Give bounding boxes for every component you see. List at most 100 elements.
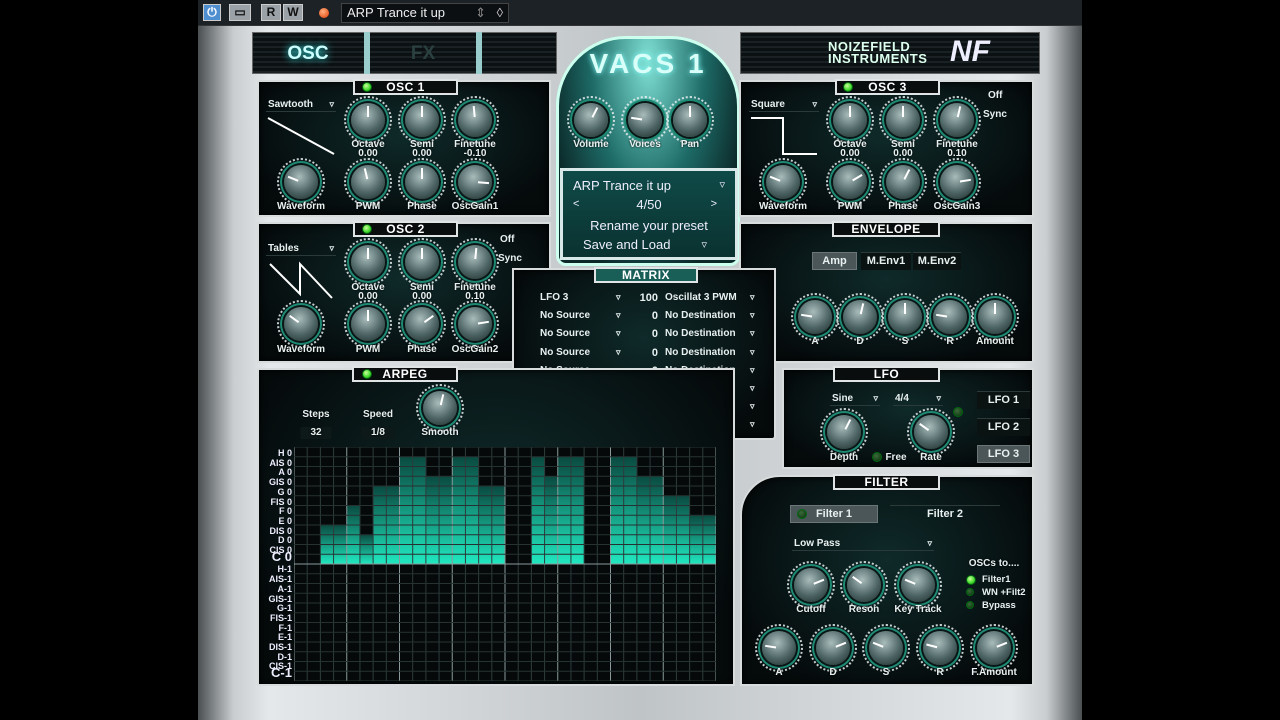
matrix-destination-dropdown[interactable]: No Destination bbox=[665, 328, 736, 339]
matrix-destination-dropdown[interactable]: No Destination bbox=[665, 347, 736, 358]
filter-reson-knob[interactable] bbox=[840, 561, 888, 609]
osc3-waveform-dropdown[interactable]: Square ▿ bbox=[749, 98, 819, 112]
power-button[interactable]: ⏻ bbox=[203, 4, 221, 21]
note-label: GIS 0 bbox=[268, 477, 292, 488]
osc2-gain-knob[interactable] bbox=[451, 300, 499, 348]
osc2-semi-knob[interactable] bbox=[398, 238, 446, 286]
env-sustain-knob[interactable] bbox=[881, 293, 929, 341]
filter-type-dropdown[interactable]: Low Pass ▿ bbox=[792, 537, 934, 551]
osc1-waveform-knob[interactable] bbox=[277, 158, 325, 206]
matrix-source-dropdown[interactable]: No Source bbox=[540, 310, 590, 321]
osc1-pwm-knob[interactable] bbox=[344, 158, 392, 206]
lfo-sync-dropdown[interactable]: 4/4 ▿ bbox=[893, 392, 943, 406]
note-label: C 0 bbox=[271, 548, 292, 564]
arpeg-steps-value[interactable]: 32 bbox=[300, 427, 332, 439]
preset-stepper-icon[interactable]: ⇕ bbox=[475, 4, 486, 22]
arpeg-enable-led[interactable] bbox=[362, 369, 372, 379]
filter-env-sustain-knob[interactable] bbox=[862, 624, 910, 672]
matrix-amount[interactable]: 0 bbox=[624, 310, 658, 322]
env-amount-knob[interactable] bbox=[971, 293, 1019, 341]
volume-knob[interactable] bbox=[567, 96, 615, 144]
osc3-gain-knob[interactable] bbox=[933, 158, 981, 206]
osc1-octave-knob[interactable] bbox=[344, 96, 392, 144]
arpeg-smooth-knob[interactable] bbox=[416, 384, 464, 432]
lfo-shape-dropdown[interactable]: Sine ▿ bbox=[830, 392, 880, 406]
preset-browser-icon[interactable]: ◊ bbox=[497, 4, 503, 22]
routing-bypass-led[interactable] bbox=[966, 601, 974, 609]
filter-env-amount-knob[interactable] bbox=[970, 624, 1018, 672]
lfo-rate-knob[interactable] bbox=[907, 408, 955, 456]
preset-name[interactable]: ARP Trance it up bbox=[573, 178, 671, 193]
env-decay-knob[interactable] bbox=[836, 293, 884, 341]
osc2-waveform-knob[interactable] bbox=[277, 300, 325, 348]
osc1-phase-knob[interactable] bbox=[398, 158, 446, 206]
voices-knob[interactable] bbox=[621, 96, 669, 144]
arpeg-step-grid[interactable] bbox=[294, 447, 716, 681]
rename-preset-button[interactable]: Rename your preset bbox=[563, 218, 735, 233]
lfo-depth-knob[interactable] bbox=[820, 408, 868, 456]
matrix-amount[interactable]: 0 bbox=[624, 328, 658, 340]
matrix-source-dropdown[interactable]: No Source bbox=[540, 328, 590, 339]
osc1-finetune-knob[interactable] bbox=[451, 96, 499, 144]
osc3-waveform-knob[interactable] bbox=[759, 158, 807, 206]
envelope-tab-menv2[interactable]: M.Env2 bbox=[913, 252, 961, 270]
matrix-source-dropdown[interactable]: No Source bbox=[540, 347, 590, 358]
note-label: H 0 bbox=[277, 448, 292, 458]
lfo3-button[interactable]: LFO 3 bbox=[977, 445, 1030, 463]
osc1-gain-knob[interactable] bbox=[451, 158, 499, 206]
filter2-tab[interactable]: Filter 2 bbox=[890, 505, 1000, 523]
env-attack-knob[interactable] bbox=[791, 293, 839, 341]
filter-env-decay-knob[interactable] bbox=[809, 624, 857, 672]
osc2-finetune-knob[interactable] bbox=[451, 238, 499, 286]
matrix-amount[interactable]: 100 bbox=[624, 292, 658, 304]
osc3-sync-toggle[interactable]: Off bbox=[988, 90, 1002, 101]
osc3-semi-knob[interactable] bbox=[879, 96, 927, 144]
lfo-free-led[interactable] bbox=[872, 452, 882, 462]
osc3-finetune-knob[interactable] bbox=[933, 96, 981, 144]
osc2-pwm-knob[interactable] bbox=[344, 300, 392, 348]
osc3-phase-knob[interactable] bbox=[879, 158, 927, 206]
pan-knob[interactable] bbox=[666, 96, 714, 144]
lfo1-button[interactable]: LFO 1 bbox=[977, 391, 1030, 409]
routing-wn-filt2-led[interactable] bbox=[966, 588, 974, 596]
envelope-tab-amp[interactable]: Amp bbox=[812, 252, 857, 270]
matrix-amount[interactable]: 0 bbox=[624, 347, 658, 359]
host-preset-selector[interactable]: ARP Trance it up ⇕ ◊ bbox=[341, 3, 509, 23]
osc2-phase-knob[interactable] bbox=[398, 300, 446, 348]
osc2-octave-knob[interactable] bbox=[344, 238, 392, 286]
tab-fx[interactable]: FX bbox=[383, 40, 463, 68]
osc1-semi-knob[interactable] bbox=[398, 96, 446, 144]
osc2-waveform-dropdown[interactable]: Tables ▿ bbox=[266, 242, 336, 256]
lfo2-button[interactable]: LFO 2 bbox=[977, 418, 1030, 436]
filter-env-release-knob[interactable] bbox=[916, 624, 964, 672]
osc3-enable-led[interactable] bbox=[843, 82, 853, 92]
matrix-source-dropdown[interactable]: LFO 3 bbox=[540, 292, 568, 303]
read-automation-button[interactable]: R bbox=[261, 4, 281, 21]
filter-keytrack-knob[interactable] bbox=[894, 561, 942, 609]
osc1-enable-led[interactable] bbox=[362, 82, 372, 92]
arpeg-speed-value[interactable]: 1/8 bbox=[361, 427, 395, 439]
osc3-octave-knob[interactable] bbox=[826, 96, 874, 144]
write-automation-button[interactable]: W bbox=[283, 4, 303, 21]
matrix-destination-dropdown[interactable]: Oscillat 3 PWM bbox=[665, 292, 737, 303]
env-release-knob[interactable] bbox=[926, 293, 974, 341]
matrix-row: No Source▿0No Destination▿ bbox=[540, 347, 760, 365]
knob-pointer bbox=[844, 419, 852, 430]
tab-osc[interactable]: OSC bbox=[268, 40, 348, 68]
filter-cutoff-knob[interactable] bbox=[787, 561, 835, 609]
osc1-waveform-dropdown[interactable]: Sawtooth ▿ bbox=[266, 98, 336, 112]
matrix-destination-dropdown[interactable]: No Destination bbox=[665, 310, 736, 321]
compare-button[interactable]: ▭ bbox=[229, 4, 251, 21]
preset-next-button[interactable]: > bbox=[711, 198, 717, 210]
osc2-sync-toggle[interactable]: Off bbox=[500, 234, 514, 245]
save-load-button[interactable]: Save and Load bbox=[583, 237, 670, 252]
filter-env-attack-knob[interactable] bbox=[755, 624, 803, 672]
preset-menu-arrow-icon[interactable]: ▿ bbox=[719, 178, 725, 191]
note-label: E-1 bbox=[277, 632, 292, 643]
routing-filter1-led[interactable] bbox=[966, 575, 976, 585]
save-load-arrow-icon[interactable]: ▿ bbox=[701, 238, 707, 251]
osc2-waveform-display bbox=[269, 261, 333, 299]
osc3-pwm-knob[interactable] bbox=[826, 158, 874, 206]
envelope-tab-menv1[interactable]: M.Env1 bbox=[861, 252, 911, 270]
osc2-enable-led[interactable] bbox=[362, 224, 372, 234]
